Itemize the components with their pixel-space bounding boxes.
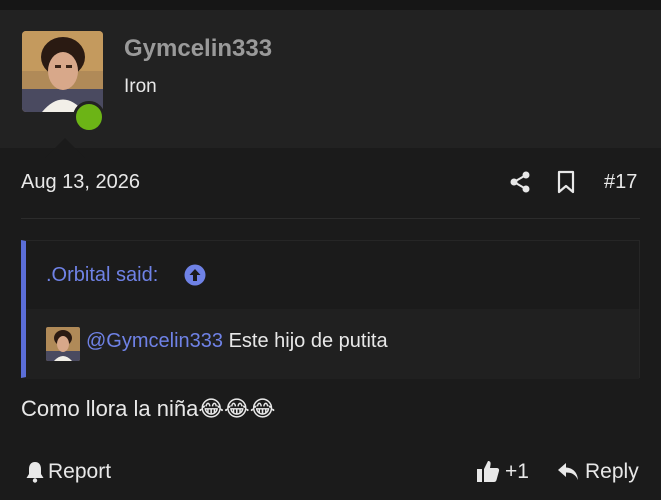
reply-arrow-icon[interactable] xyxy=(556,461,580,483)
user-mention[interactable]: @Gymcelin333 xyxy=(86,330,223,352)
arrow-up-circle-icon[interactable] xyxy=(184,264,206,286)
laughing-crying-emoji: 😂😂😂 xyxy=(198,396,276,421)
post-date[interactable]: Aug 13, 2026 xyxy=(21,171,140,194)
user-title: Iron xyxy=(124,76,157,97)
quote-body: @Gymcelin333 Este hijo de putita xyxy=(26,309,639,379)
quote-block: .Orbital said: @Gymcelin333 Este hijo de… xyxy=(21,240,640,379)
post-number[interactable]: #17 xyxy=(604,171,637,194)
header-pointer xyxy=(45,138,85,158)
post-user-header: Gymcelin333 Iron xyxy=(0,10,661,158)
quote-message: Este hijo de putita xyxy=(223,330,388,352)
reply-button[interactable]: Reply xyxy=(585,460,639,484)
share-icon[interactable] xyxy=(509,171,531,193)
top-bar xyxy=(0,0,661,10)
quote-author-link[interactable]: .Orbital said: xyxy=(46,264,158,287)
quote-text: @Gymcelin333 Este hijo de putita xyxy=(86,330,388,353)
online-status-dot xyxy=(73,101,105,133)
post-message: Como llora la niña😂😂😂 xyxy=(21,396,275,422)
like-count[interactable]: +1 xyxy=(505,460,529,484)
bell-icon[interactable] xyxy=(25,461,45,483)
mention-avatar[interactable] xyxy=(46,327,80,361)
divider xyxy=(21,218,640,219)
post-message-text: Como llora la niña xyxy=(21,396,199,421)
bookmark-icon[interactable] xyxy=(556,170,576,194)
username[interactable]: Gymcelin333 xyxy=(124,35,272,63)
user-avatar[interactable] xyxy=(22,31,103,112)
quote-header: .Orbital said: xyxy=(26,241,639,309)
report-button[interactable]: Report xyxy=(48,460,111,484)
thumbs-up-icon[interactable] xyxy=(476,459,500,483)
